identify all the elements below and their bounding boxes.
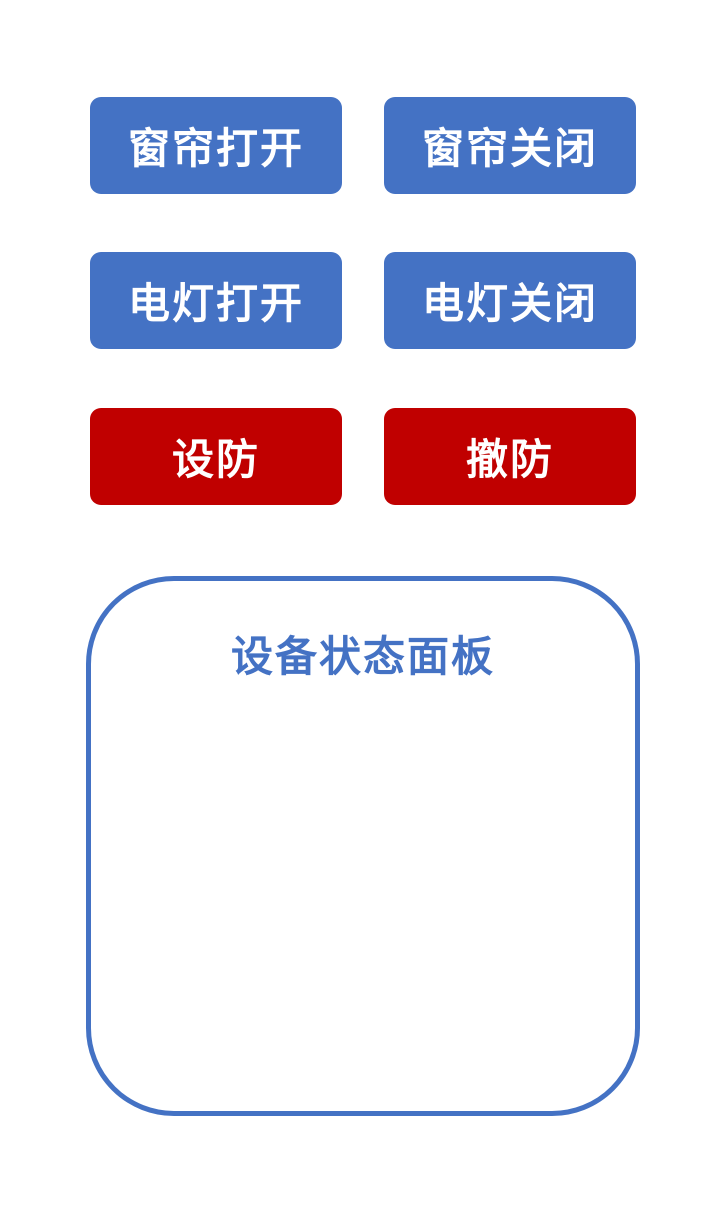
light-off-button[interactable]: 电灯关闭 — [384, 252, 636, 349]
light-on-button[interactable]: 电灯打开 — [90, 252, 342, 349]
curtain-close-button[interactable]: 窗帘关闭 — [384, 97, 636, 194]
device-status-panel: 设备状态面板 — [86, 576, 640, 1116]
panel-content-area — [121, 701, 605, 1071]
curtain-open-button[interactable]: 窗帘打开 — [90, 97, 342, 194]
panel-title: 设备状态面板 — [230, 632, 495, 681]
arm-button[interactable]: 设防 — [90, 408, 342, 505]
disarm-button[interactable]: 撤防 — [384, 408, 636, 505]
